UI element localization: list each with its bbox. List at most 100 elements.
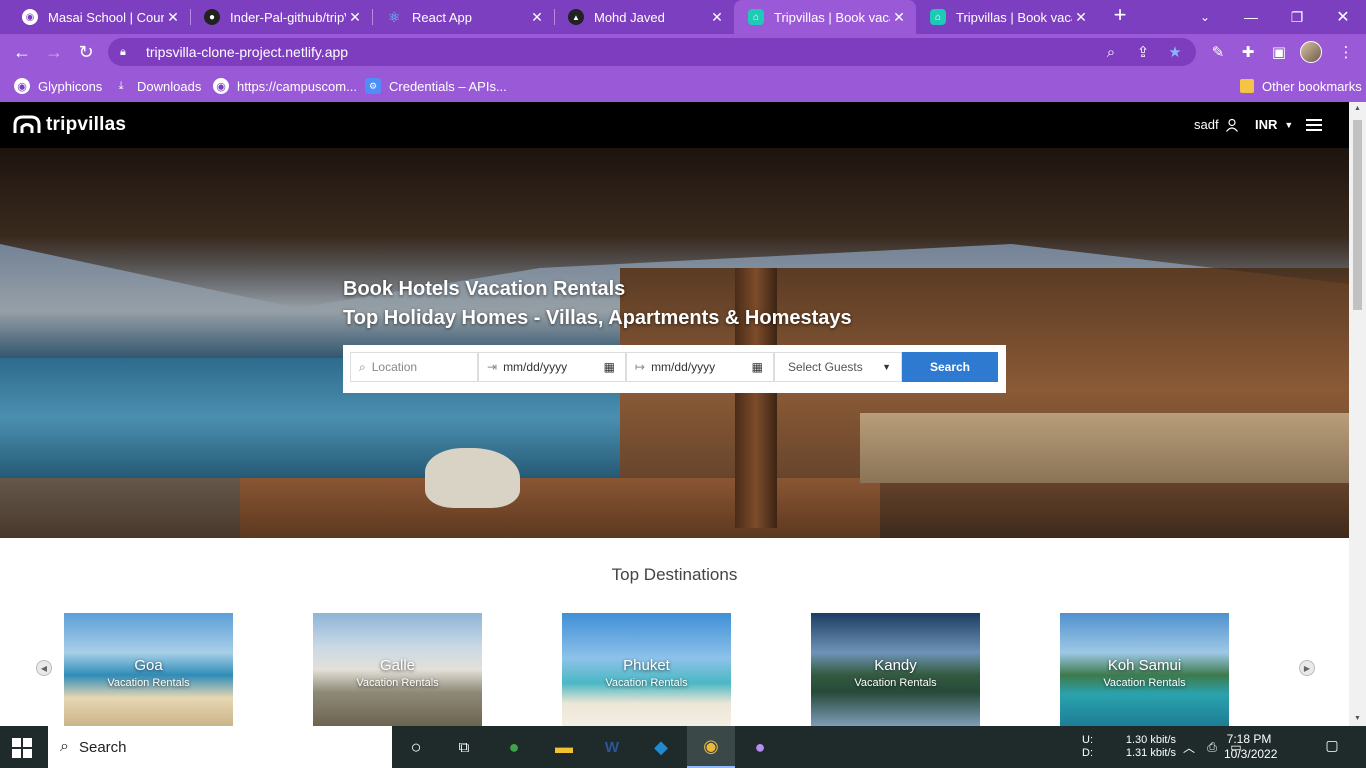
bookmark-glyphicons[interactable]: ◉ Glyphicons xyxy=(14,76,102,96)
printer-warning-icon[interactable]: ⎙ xyxy=(1203,738,1221,756)
logo-text: tripvillas xyxy=(46,114,127,135)
currency-selector[interactable]: INR ▼ xyxy=(1255,117,1293,132)
user-menu[interactable]: sadf xyxy=(1194,117,1239,132)
other-bookmarks-label: Other bookmarks xyxy=(1262,78,1362,94)
minimize-button[interactable]: — xyxy=(1228,0,1274,34)
web-page: tripvillas sadf INR ▼ Book Hotels Vacati… xyxy=(0,102,1349,726)
close-icon[interactable]: ✕ xyxy=(708,9,726,26)
close-icon[interactable]: ✕ xyxy=(1072,9,1090,26)
tab-tripvillas-active[interactable]: ⌂ Tripvillas | Book vacati ✕ xyxy=(734,0,916,34)
task-view-icon[interactable]: ⧉ xyxy=(440,726,488,768)
chevron-up-icon[interactable]: ︿ xyxy=(1180,738,1198,756)
browser-tab-strip: ◉ Masai School | Course ✕ ● Inder-Pal-gi… xyxy=(0,0,1366,34)
close-icon[interactable]: ✕ xyxy=(528,9,546,26)
tab-search-icon[interactable]: ⌄ xyxy=(1182,0,1228,34)
close-icon[interactable]: ✕ xyxy=(890,9,908,26)
reload-icon[interactable]: ↻ xyxy=(74,40,98,64)
share-icon[interactable]: ⇪ xyxy=(1131,40,1155,64)
eyedropper-extension-icon[interactable]: ✎ xyxy=(1206,40,1230,64)
destination-name: Galle xyxy=(379,657,416,674)
bookmark-star-icon[interactable]: ★ xyxy=(1163,40,1187,64)
restore-button[interactable]: ❐ xyxy=(1274,0,1320,34)
download-label: D: xyxy=(1082,747,1093,759)
bookmark-label: https://campuscom... xyxy=(237,78,357,94)
search-icon: ⌕ xyxy=(60,738,69,755)
destination-card-goa[interactable]: Goa Vacation Rentals xyxy=(64,613,233,726)
destination-subtitle: Vacation Rentals xyxy=(107,677,190,689)
back-icon[interactable]: ← xyxy=(10,40,34,64)
github-icon: ● xyxy=(204,9,220,25)
extensions-puzzle-icon[interactable]: ✚ xyxy=(1236,40,1260,64)
bookmark-credentials[interactable]: ⚙ Credentials – APIs... xyxy=(365,76,507,96)
chevron-down-icon: ▼ xyxy=(1284,119,1294,130)
calendar-icon[interactable]: ▦ xyxy=(604,360,615,374)
tab-react-app[interactable]: ⚛ React App ✕ xyxy=(372,0,554,34)
notification-icon[interactable]: ▢ xyxy=(1322,737,1342,757)
tab-masai-school[interactable]: ◉ Masai School | Course ✕ xyxy=(8,0,190,34)
mongodb-compass-icon[interactable]: ● xyxy=(490,726,538,768)
new-tab-button[interactable]: + xyxy=(1108,4,1132,28)
folder-icon xyxy=(1240,79,1254,93)
calendar-icon[interactable]: ▦ xyxy=(752,360,763,374)
checkin-date-input[interactable]: ⇥ mm/dd/yyyy ▦ xyxy=(478,352,626,382)
scroll-down-icon[interactable]: ▼ xyxy=(1349,712,1366,726)
checkin-placeholder: mm/dd/yyyy xyxy=(503,360,568,374)
vscode-icon[interactable]: ◆ xyxy=(637,726,685,768)
close-window-button[interactable]: ✕ xyxy=(1320,0,1366,34)
destination-subtitle: Vacation Rentals xyxy=(605,677,688,689)
taskbar-clock[interactable]: 7:18 PM 10/3/2022 xyxy=(1224,732,1277,762)
page-scrollbar[interactable]: ▲ ▼ xyxy=(1349,102,1366,726)
user-name: sadf xyxy=(1194,117,1219,132)
checkout-icon: ↦ xyxy=(635,360,646,374)
guests-select[interactable]: Select Guests ▼ xyxy=(774,352,902,382)
url-text[interactable]: tripsvilla-clone-project.netlify.app xyxy=(146,44,348,60)
destination-subtitle: Vacation Rentals xyxy=(854,677,937,689)
destination-card-kandy[interactable]: Kandy Vacation Rentals xyxy=(811,613,980,726)
destination-card-koh-samui[interactable]: Koh Samui Vacation Rentals xyxy=(1060,613,1229,726)
address-bar[interactable]: 🔒︎ tripsvilla-clone-project.netlify.app xyxy=(108,38,1196,66)
hero-subheadline: Top Holiday Homes - Villas, Apartments &… xyxy=(343,307,852,329)
tab-title: Tripvillas | Book vacati xyxy=(956,9,1072,25)
hamburger-menu-icon[interactable] xyxy=(1306,119,1322,131)
zoom-icon[interactable]: ⌕ xyxy=(1099,40,1123,64)
taskbar-search-box[interactable]: ⌕ Search xyxy=(48,726,392,768)
checkout-date-input[interactable]: ↦ mm/dd/yyyy ▦ xyxy=(626,352,774,382)
scrollbar-thumb[interactable] xyxy=(1353,120,1362,310)
chrome-icon[interactable]: ◉ xyxy=(687,726,735,768)
location-input[interactable]: ⌕ Location xyxy=(350,352,478,382)
github-desktop-icon[interactable]: ● xyxy=(736,726,784,768)
tripvillas-logo[interactable]: tripvillas xyxy=(13,114,126,136)
forward-icon[interactable]: → xyxy=(42,40,66,64)
destination-name: Kandy xyxy=(874,657,917,674)
bookmark-downloads[interactable]: ⤓ Downloads xyxy=(113,76,202,96)
hero-image-deck xyxy=(240,478,880,538)
side-panel-icon[interactable]: ▣ xyxy=(1267,40,1291,64)
profile-icon: ▲ xyxy=(568,9,584,25)
chevron-down-icon: ▼ xyxy=(882,362,891,372)
profile-avatar[interactable] xyxy=(1300,41,1322,63)
upload-label: U: xyxy=(1082,734,1093,746)
close-icon[interactable]: ✕ xyxy=(346,9,364,26)
close-icon[interactable]: ✕ xyxy=(164,9,182,26)
carousel-next-icon[interactable]: ▶ xyxy=(1299,660,1315,676)
chrome-menu-icon[interactable]: ⋮ xyxy=(1334,40,1358,64)
tab-tripvillas[interactable]: ⌂ Tripvillas | Book vacati ✕ xyxy=(916,0,1098,34)
bookmark-campuscom[interactable]: ◉ https://campuscom... xyxy=(213,76,357,96)
hero-image-statue xyxy=(425,448,520,508)
scroll-up-icon[interactable]: ▲ xyxy=(1349,102,1366,116)
tab-mohd-javed[interactable]: ▲ Mohd Javed ✕ xyxy=(554,0,734,34)
destination-card-galle[interactable]: Galle Vacation Rentals xyxy=(313,613,482,726)
tab-github[interactable]: ● Inder-Pal-github/tripV ✕ xyxy=(190,0,372,34)
bookmark-label: Credentials – APIs... xyxy=(389,78,507,94)
cortana-icon[interactable]: ○ xyxy=(392,726,440,768)
carousel-prev-icon[interactable]: ◀ xyxy=(36,660,52,676)
windows-start-icon[interactable] xyxy=(12,738,32,758)
tab-title: React App xyxy=(412,9,472,25)
file-explorer-icon[interactable]: ▬ xyxy=(540,726,588,768)
search-button[interactable]: Search xyxy=(902,352,998,382)
other-bookmarks[interactable]: Other bookmarks xyxy=(1240,76,1362,96)
destination-card-phuket[interactable]: Phuket Vacation Rentals xyxy=(562,613,731,726)
word-icon[interactable]: W xyxy=(588,726,636,768)
tab-title: Mohd Javed xyxy=(594,9,665,25)
browser-toolbar: ← → ↻ 🔒︎ tripsvilla-clone-project.netlif… xyxy=(0,34,1366,70)
